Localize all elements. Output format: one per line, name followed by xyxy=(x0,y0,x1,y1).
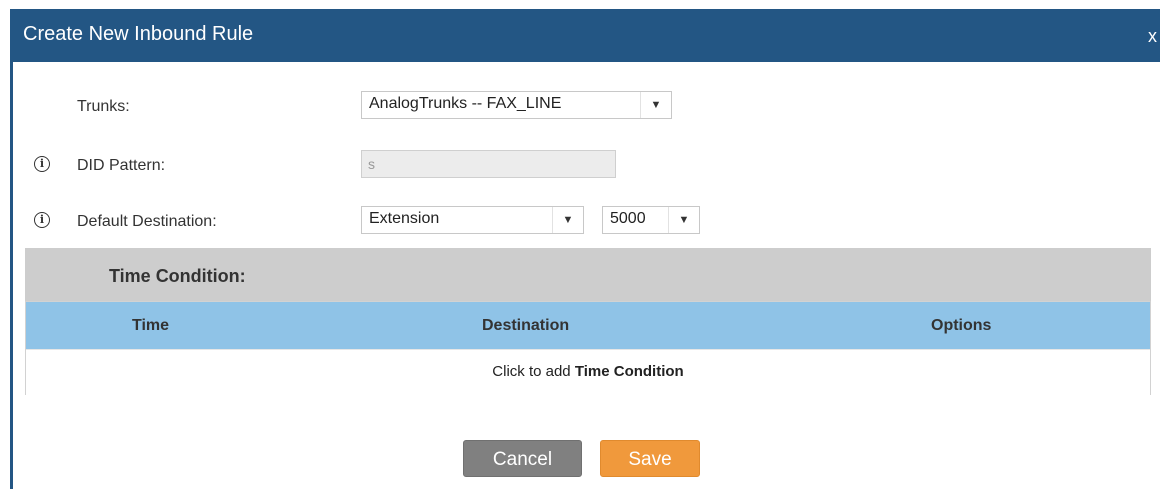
time-condition-table: Time Destination Options Click to add Ti… xyxy=(25,301,1151,395)
trunks-label: Trunks: xyxy=(77,98,130,115)
add-text-prefix: Click to add xyxy=(492,363,575,380)
time-condition-header: Time Condition: xyxy=(25,248,1151,301)
destination-target-select[interactable]: 5000 ▼ xyxy=(602,206,700,234)
destination-type-select[interactable]: Extension ▼ xyxy=(361,206,584,234)
table-header: Time Destination Options xyxy=(26,302,1150,349)
trunks-select[interactable]: AnalogTrunks -- FAX_LINE ▼ xyxy=(361,91,672,119)
destination-target-value: 5000 xyxy=(610,210,646,227)
default-destination-label: Default Destination: xyxy=(77,213,217,230)
trunks-select-value: AnalogTrunks -- FAX_LINE xyxy=(369,95,562,112)
dialog-title: Create New Inbound Rule xyxy=(23,23,254,45)
did-pattern-input[interactable] xyxy=(361,150,616,178)
close-icon[interactable]: x xyxy=(1148,26,1157,47)
dialog-left-border xyxy=(10,62,13,489)
table-row: Click to add Time Condition xyxy=(26,349,1150,395)
column-header-options: Options xyxy=(931,317,992,334)
column-header-time: Time xyxy=(132,317,170,334)
save-button[interactable]: Save xyxy=(600,440,700,477)
column-header-destination: Destination xyxy=(482,317,570,334)
chevron-down-icon: ▼ xyxy=(640,92,671,118)
add-time-condition-link[interactable]: Click to add Time Condition xyxy=(26,363,1150,380)
destination-type-value: Extension xyxy=(369,210,440,227)
info-icon[interactable]: i xyxy=(34,156,50,172)
cancel-button[interactable]: Cancel xyxy=(463,440,582,477)
did-pattern-label: DID Pattern: xyxy=(77,157,166,174)
dialog-titlebar: Create New Inbound Rule x xyxy=(10,9,1160,62)
time-condition-title: Time Condition: xyxy=(109,266,246,286)
add-text-bold: Time Condition xyxy=(574,363,684,380)
chevron-down-icon: ▼ xyxy=(668,207,699,233)
chevron-down-icon: ▼ xyxy=(552,207,583,233)
info-icon[interactable]: i xyxy=(34,212,50,228)
